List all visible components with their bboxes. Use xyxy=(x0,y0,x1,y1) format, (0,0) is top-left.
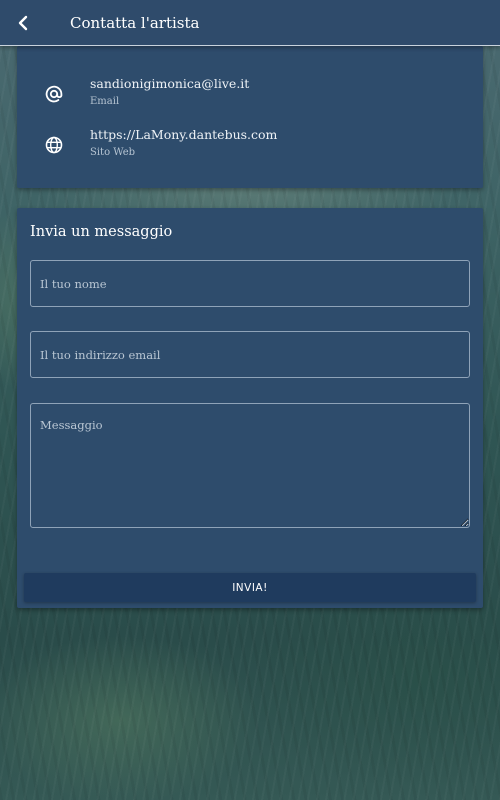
website-row[interactable]: https://LaMony.dantebus.com Sito Web xyxy=(17,127,483,167)
website-value: https://LaMony.dantebus.com xyxy=(90,127,278,142)
contact-info-card: sandionigimonica@live.it Email https://L… xyxy=(17,46,483,188)
at-sign-icon xyxy=(45,85,63,103)
website-label: Sito Web xyxy=(90,147,136,158)
back-button[interactable] xyxy=(0,0,46,45)
email-label: Email xyxy=(90,96,120,107)
email-value: sandionigimonica@live.it xyxy=(90,76,250,91)
form-title: Invia un messaggio xyxy=(30,224,173,240)
message-textarea[interactable] xyxy=(30,403,470,528)
message-form-card: Invia un messaggio INVIA! xyxy=(17,208,483,608)
name-input[interactable] xyxy=(30,260,470,307)
chevron-left-icon xyxy=(18,15,28,30)
email-row[interactable]: sandionigimonica@live.it Email xyxy=(17,76,483,116)
email-input[interactable] xyxy=(30,331,470,378)
send-button[interactable]: INVIA! xyxy=(24,573,476,602)
app-bar: Contatta l'artista xyxy=(0,0,500,46)
page-title: Contatta l'artista xyxy=(70,13,200,32)
globe-icon xyxy=(45,136,63,154)
